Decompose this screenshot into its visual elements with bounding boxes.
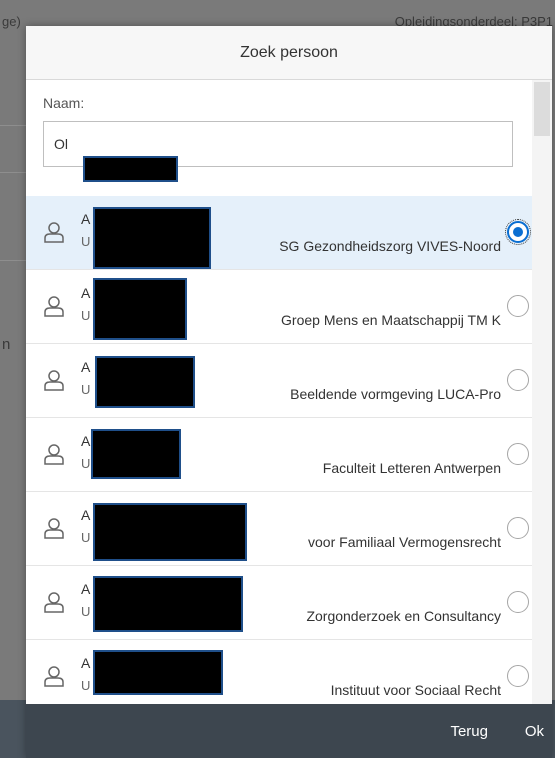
- redaction-box: [91, 429, 181, 479]
- person-icon: [44, 592, 64, 613]
- person-organisation: Zorgonderzoek en Consultancy: [306, 608, 501, 624]
- select-radio[interactable]: [507, 665, 529, 687]
- person-name: A: [81, 359, 91, 375]
- select-radio[interactable]: [507, 443, 529, 465]
- person-id: U: [81, 308, 91, 323]
- person-organisation: voor Familiaal Vermogensrecht: [308, 534, 501, 550]
- person-organisation: SG Gezondheidszorg VIVES-Noord: [279, 238, 501, 254]
- name-label: Naam:: [43, 95, 85, 111]
- person-organisation: Groep Mens en Maatschappij TM K: [281, 312, 501, 328]
- background-text: ge): [2, 14, 21, 29]
- select-radio[interactable]: [507, 295, 529, 317]
- dialog-footer: Terug Ok: [26, 704, 552, 758]
- person-organisation: Instituut voor Sociaal Recht: [330, 682, 501, 698]
- list-item[interactable]: A U Groep Mens en Maatschappij TM K: [26, 270, 532, 344]
- person-organisation: Faculteit Letteren Antwerpen: [322, 460, 501, 476]
- redaction-box: [93, 278, 187, 340]
- person-id: U: [81, 604, 91, 619]
- person-icon: [44, 370, 64, 391]
- list-item[interactable]: A U voor Familiaal Vermogensrecht: [26, 492, 532, 566]
- person-name: A: [81, 433, 91, 449]
- person-icon: [44, 222, 64, 243]
- select-radio[interactable]: [507, 517, 529, 539]
- person-organisation: Beeldende vormgeving LUCA-Pro: [290, 386, 501, 402]
- list-item[interactable]: A U SG Gezondheidszorg VIVES-Noord: [26, 196, 532, 270]
- person-id: U: [81, 530, 91, 545]
- results-list: A U SG Gezondheidszorg VIVES-Noord A U G…: [26, 196, 532, 714]
- redaction-box: [93, 207, 211, 269]
- person-id: U: [81, 678, 91, 693]
- dialog-title: Zoek persoon: [26, 26, 552, 80]
- background-divider: [0, 125, 26, 126]
- scrollbar[interactable]: [532, 80, 552, 704]
- person-id: U: [81, 234, 91, 249]
- person-name: A: [81, 581, 91, 597]
- search-input-value: Ol: [54, 136, 68, 152]
- list-item[interactable]: A U Faculteit Letteren Antwerpen: [26, 418, 532, 492]
- background-divider: [0, 172, 26, 173]
- redaction-box: [95, 356, 195, 408]
- redaction-box: [93, 576, 243, 632]
- search-area: Naam: Ol: [26, 80, 530, 196]
- redaction-box: [83, 156, 178, 182]
- list-item[interactable]: A U Zorgonderzoek en Consultancy: [26, 566, 532, 640]
- person-icon: [44, 518, 64, 539]
- background-divider: [0, 260, 26, 261]
- list-item[interactable]: A U Instituut voor Sociaal Recht: [26, 640, 532, 714]
- person-icon: [44, 666, 64, 687]
- person-id: U: [81, 382, 91, 397]
- back-button[interactable]: Terug: [444, 704, 494, 758]
- person-icon: [44, 296, 64, 317]
- person-name: A: [81, 211, 91, 227]
- background-text: n: [2, 336, 11, 353]
- ok-button[interactable]: Ok: [519, 704, 550, 758]
- scrollbar-thumb[interactable]: [534, 82, 550, 136]
- redaction-box: [93, 650, 223, 695]
- redaction-box: [93, 503, 247, 561]
- list-item[interactable]: A U Beeldende vormgeving LUCA-Pro: [26, 344, 532, 418]
- select-radio[interactable]: [507, 591, 529, 613]
- search-person-dialog: Zoek persoon Naam: Ol A U SG Gezondheids…: [26, 26, 552, 758]
- person-name: A: [81, 507, 91, 523]
- person-name: A: [81, 285, 91, 301]
- person-icon: [44, 444, 64, 465]
- person-id: U: [81, 456, 91, 471]
- person-name: A: [81, 655, 91, 671]
- select-radio[interactable]: [505, 219, 531, 245]
- select-radio[interactable]: [507, 369, 529, 391]
